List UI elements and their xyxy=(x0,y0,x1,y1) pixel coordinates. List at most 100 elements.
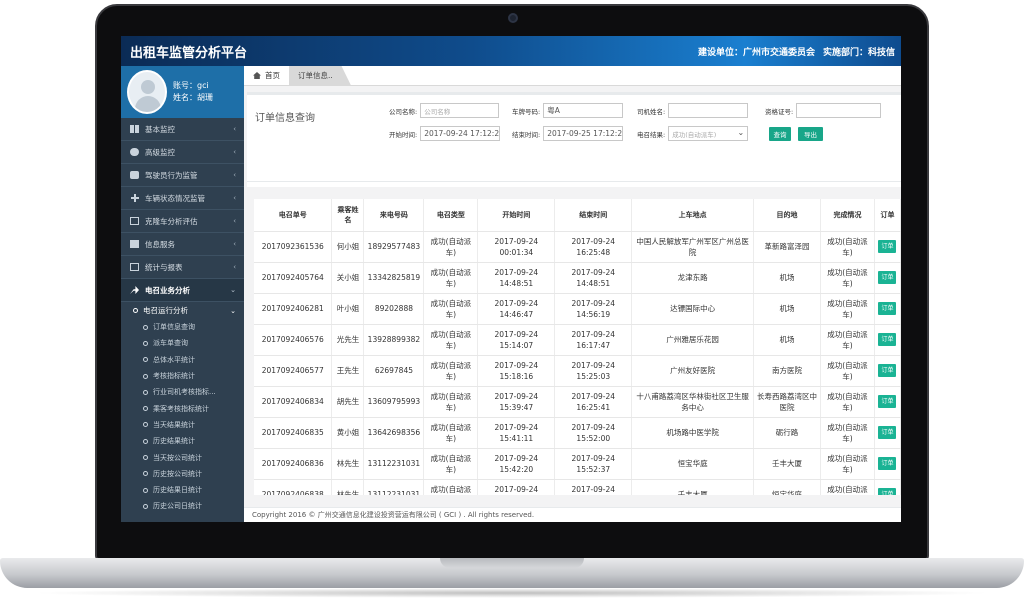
table-cell: 何小姐 xyxy=(331,231,365,263)
table-cell[interactable]: 订单 xyxy=(874,231,901,263)
table-cell: 2017-09-24 16:25:48 xyxy=(554,231,633,263)
export-button[interactable]: 导出 xyxy=(798,127,823,141)
table-cell: 王先生 xyxy=(331,355,365,387)
table-cell: 2017092361536 xyxy=(254,231,333,263)
sidebar-leaf-order-query[interactable]: 订单信息查询 xyxy=(121,319,244,335)
order-detail-button[interactable]: 订单 xyxy=(878,395,897,408)
search-button[interactable]: 查询 xyxy=(769,127,791,141)
col-header-start[interactable]: 开始时间 xyxy=(477,199,556,232)
table-row[interactable]: 2017092406838林先生13112231031成功(自动派车)2017-… xyxy=(254,479,901,495)
col-header-phone[interactable]: 来电号码 xyxy=(363,199,425,232)
table-cell: 2017-09-24 14:48:51 xyxy=(477,262,556,294)
table-cell: 13342825819 xyxy=(363,262,425,294)
table-row[interactable]: 2017092406836 林先生 13112231031 成功(自动派车) 2017-… xyxy=(254,448,901,480)
table-row[interactable]: 2017092406835 黄小姐 13642698356 成功(自动派车) 2017-… xyxy=(254,417,901,449)
table-cell[interactable]: 订单 xyxy=(874,293,901,325)
sidebar-item-driver-behavior[interactable]: 驾驶员行为监管 ‹ xyxy=(121,164,244,187)
order-detail-button[interactable]: 订单 xyxy=(878,488,897,495)
sidebar-sub-dispatch-run[interactable]: 电召运行分析 ⌄ xyxy=(121,302,244,319)
sidebar-item-vehicle-status[interactable]: 车辆状态情况监管 ‹ xyxy=(121,187,244,210)
col-header-passenger[interactable]: 乘客姓名 xyxy=(331,199,365,232)
order-detail-button[interactable]: 订单 xyxy=(878,271,897,284)
sidebar-item-advanced-monitor[interactable]: 高级监控 ‹ xyxy=(121,141,244,164)
table-cell[interactable]: 订单 xyxy=(874,324,901,356)
col-header-destination[interactable]: 目的地 xyxy=(753,199,821,232)
cert-input[interactable] xyxy=(796,103,882,118)
company-field: 公司名称: 公司名称 xyxy=(389,103,500,118)
table-cell[interactable]: 订单 xyxy=(874,479,901,495)
col-header-order-id[interactable]: 电召单号 xyxy=(254,199,333,232)
col-header-order[interactable]: 订单 xyxy=(874,199,901,232)
sidebar-item-clone-car[interactable]: 克隆车分析评估 ‹ xyxy=(121,210,244,233)
table-cell[interactable]: 订单 xyxy=(874,262,901,294)
avatar[interactable] xyxy=(127,70,167,114)
table-row[interactable]: 2017092406576 光先生 13928899382 成功(自动派车) 2017-… xyxy=(254,324,901,356)
circle-icon xyxy=(143,357,148,363)
table-cell: 62697845 xyxy=(363,355,425,387)
order-detail-button[interactable]: 订单 xyxy=(878,302,897,315)
laptop-notch xyxy=(440,558,584,568)
dept-label: 实施部门：科技信 xyxy=(822,47,895,58)
table-cell[interactable]: 订单 xyxy=(874,448,901,480)
sidebar-leaf-history-company[interactable]: 历史按公司统计 xyxy=(121,466,244,482)
sidebar-item-dispatch-analysis[interactable]: 电召业务分析 ⌄ xyxy=(121,279,244,302)
order-detail-button[interactable]: 订单 xyxy=(878,364,897,377)
order-detail-button[interactable]: 订单 xyxy=(878,333,897,346)
driver-input[interactable] xyxy=(668,103,749,118)
table-cell: 成功(自动派车) xyxy=(820,479,875,495)
table-cell: 89202888 xyxy=(363,293,425,325)
sidebar-item-basic-monitor[interactable]: 基本监控 ‹ xyxy=(121,118,244,141)
circle-icon xyxy=(143,471,148,477)
sidebar-leaf-overall-stats[interactable]: 总体水平统计 xyxy=(121,352,244,368)
table-cell: 2017-09-24 15:42:20 xyxy=(477,448,556,480)
table-row[interactable]: 2017092406577 王先生 62697845 成功(自动派车) 2017-09-… xyxy=(254,355,901,387)
table-cell: 成功(自动派车) xyxy=(820,231,875,263)
table-cell: 机场 xyxy=(753,262,821,294)
tab-order-info[interactable]: 订单信息.. xyxy=(289,66,351,85)
table-cell: 成功(自动派车) xyxy=(820,386,875,418)
col-header-status[interactable]: 完成情况 xyxy=(820,199,875,232)
driver-field: 司机姓名: xyxy=(637,103,749,118)
order-detail-button[interactable]: 订单 xyxy=(878,426,897,439)
order-detail-button[interactable]: 订单 xyxy=(878,457,897,470)
table-cell: 成功(自动派车) xyxy=(820,293,875,325)
start-time-input[interactable]: 2017-09-24 17:12:2 xyxy=(420,126,501,141)
sidebar-leaf-driver-kpi[interactable]: 行业司机考核指标... xyxy=(121,384,244,400)
sidebar-leaf-today-result[interactable]: 当天结果统计 xyxy=(121,417,244,433)
sidebar-leaf-dispatch-query[interactable]: 派车单查询 xyxy=(121,335,244,351)
company-input[interactable]: 公司名称 xyxy=(420,103,500,118)
col-header-type[interactable]: 电召类型 xyxy=(423,199,479,232)
end-time-input[interactable]: 2017-09-25 17:12:2 xyxy=(543,126,624,141)
sidebar-leaf-history-daily[interactable]: 历史结果日统计 xyxy=(121,482,244,498)
sidebar-leaf-history-result[interactable]: 历史结果统计 xyxy=(121,433,244,449)
table-row[interactable]: 2017092405764 关小姐 13342825819 成功(自动派车) 2017-… xyxy=(254,262,901,294)
plate-input[interactable]: 粤A xyxy=(543,103,624,118)
table-cell: 关小姐 xyxy=(331,262,365,294)
avatar-head-icon xyxy=(141,80,155,94)
table-cell: 机场 xyxy=(753,324,821,356)
table-row[interactable]: 2017092406834 胡先生 13609795993 成功(自动派车) 2017-… xyxy=(254,386,901,418)
sidebar-leaf-passenger-kpi[interactable]: 乘客考核指标统计 xyxy=(121,400,244,416)
table-cell[interactable]: 订单 xyxy=(874,417,901,449)
order-detail-button[interactable]: 订单 xyxy=(878,240,897,253)
sidebar-item-info-service[interactable]: 信息服务 ‹ xyxy=(121,233,244,256)
table-row[interactable]: 2017092361536 何小姐 18929577483 成功(自动派车) 2017-… xyxy=(254,231,901,263)
table-cell[interactable]: 订单 xyxy=(874,355,901,387)
sidebar-item-statistics[interactable]: 统计与报表 ‹ xyxy=(121,256,244,279)
col-header-pickup[interactable]: 上车地点 xyxy=(631,199,755,232)
result-select[interactable]: 成功(自动派车) ⌄ xyxy=(668,126,749,141)
sidebar-leaf-history-company-daily[interactable]: 历史公司日统计 xyxy=(121,498,244,514)
table-cell: 成功(自动派车) xyxy=(820,324,875,356)
sidebar-leaf-today-company[interactable]: 当天按公司统计 xyxy=(121,449,244,465)
end-time-field: 结束时间: 2017-09-25 17:12:2 xyxy=(512,126,624,141)
table-cell: 成功(自动派车) xyxy=(820,417,875,449)
col-header-end[interactable]: 结束时间 xyxy=(554,199,633,232)
table-cell: 成功(自动派车) xyxy=(820,448,875,480)
table-cell: 2017-09-24 16:17:47 xyxy=(554,324,633,356)
sidebar-leaf-kpi-stats[interactable]: 考核指标统计 xyxy=(121,368,244,384)
table-row[interactable]: 2017092406281 叶小姐 89202888 成功(自动派车) 2017-09-… xyxy=(254,293,901,325)
tab-home[interactable]: 首页 xyxy=(244,66,289,85)
table-cell: 成功(自动派车) xyxy=(820,262,875,294)
table-cell: 机场 xyxy=(753,293,821,325)
table-cell[interactable]: 订单 xyxy=(874,386,901,418)
